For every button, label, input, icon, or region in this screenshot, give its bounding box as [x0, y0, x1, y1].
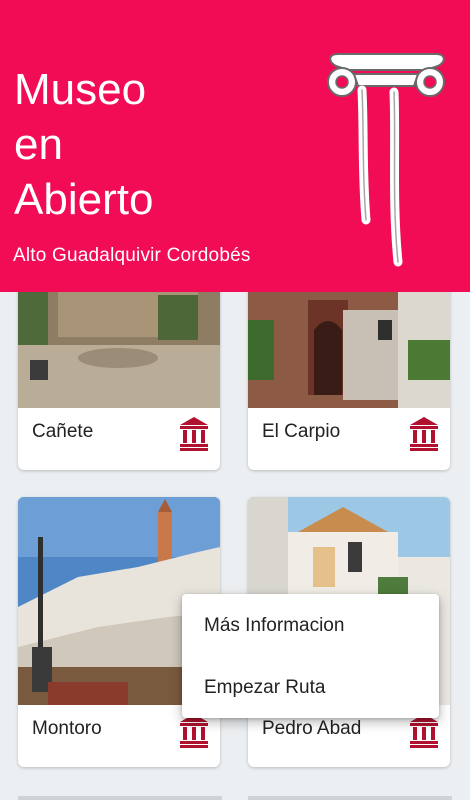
menu-item-empezar-ruta[interactable]: Empezar Ruta — [204, 677, 325, 699]
context-menu: Más Informacion Empezar Ruta — [182, 594, 439, 718]
app-header: Museo en Abierto Alto Guadalquivir Cordo… — [0, 0, 470, 292]
next-card-edge — [248, 796, 452, 800]
app-title: Museo en Abierto — [14, 62, 314, 227]
card-label: El Carpio — [262, 421, 341, 442]
title-line: en — [14, 120, 63, 169]
museum-icon[interactable] — [180, 417, 208, 451]
card-label: Pedro Abad — [262, 718, 362, 739]
ionic-column-logo — [326, 52, 448, 268]
title-line: Museo — [14, 65, 147, 114]
museum-icon[interactable] — [410, 714, 438, 748]
museum-icon[interactable] — [180, 714, 208, 748]
menu-item-mas-informacion[interactable]: Más Informacion — [204, 615, 344, 637]
app-subtitle: Alto Guadalquivir Cordobés — [13, 245, 251, 266]
next-card-edge — [18, 796, 222, 800]
card-label: Montoro — [32, 718, 102, 739]
title-line: Abierto — [14, 175, 154, 224]
card-label: Cañete — [32, 421, 94, 442]
museum-icon[interactable] — [410, 417, 438, 451]
